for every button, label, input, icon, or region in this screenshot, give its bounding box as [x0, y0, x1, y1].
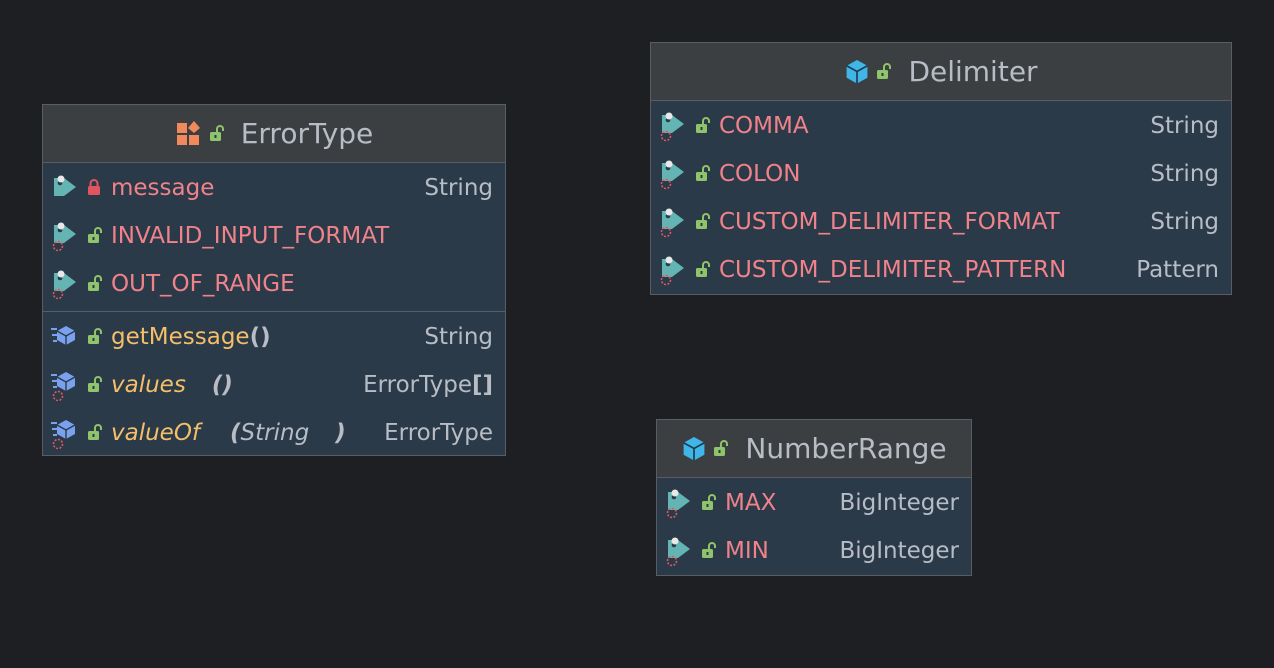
return-type-name: ErrorType: [363, 372, 472, 398]
fields-section: MAX BigInteger MIN BigInteger: [657, 478, 971, 578]
public-lock-icon: [208, 124, 225, 143]
array-brackets: []: [471, 372, 493, 398]
errortype-class-box[interactable]: ErrorType message String INVALID_INPUT_F…: [42, 104, 506, 456]
field-name: COLON: [719, 161, 801, 187]
public-lock-icon: [695, 213, 719, 231]
fields-section: COMMA String COLON String CUSTOM_DELIMIT…: [651, 101, 1231, 297]
private-lock-icon: [87, 179, 111, 197]
method-name: values: [111, 372, 186, 398]
field-type: BigInteger: [839, 490, 959, 516]
public-lock-icon: [87, 328, 111, 346]
field-type: String: [424, 175, 493, 201]
field-name: MIN: [725, 538, 769, 564]
field-type: String: [1150, 209, 1219, 235]
public-lock-icon: [695, 117, 719, 135]
numberrange-header: NumberRange: [657, 420, 971, 478]
field-type: String: [1150, 113, 1219, 139]
field-name: INVALID_INPUT_FORMAT: [111, 223, 390, 249]
field-row[interactable]: CUSTOM_DELIMITER_PATTERN Pattern: [651, 246, 1231, 294]
class-icon: [844, 58, 870, 85]
method-row[interactable]: getMessage () String: [43, 313, 505, 361]
public-lock-icon: [701, 494, 725, 512]
public-lock-icon: [87, 275, 111, 293]
method-return-type: String: [424, 324, 493, 350]
public-lock-icon: [713, 439, 729, 458]
field-row[interactable]: message String: [43, 164, 505, 212]
public-lock-icon: [701, 542, 725, 560]
field-row[interactable]: INVALID_INPUT_FORMAT: [43, 212, 505, 260]
static-field-tag-icon: [659, 110, 695, 142]
public-lock-icon: [87, 424, 111, 442]
static-field-tag-icon: [665, 487, 701, 519]
method-parens: (): [211, 372, 233, 398]
delimiter-header: Delimiter: [651, 43, 1231, 101]
numberrange-class-box[interactable]: NumberRange MAX BigInteger MIN BigIntege…: [656, 419, 972, 576]
class-title: Delimiter: [908, 55, 1038, 88]
method-return-type: ErrorType[]: [363, 372, 493, 398]
field-name: OUT_OF_RANGE: [111, 271, 295, 297]
field-name: CUSTOM_DELIMITER_PATTERN: [719, 257, 1067, 283]
field-tag-icon: [51, 173, 87, 203]
method-row[interactable]: valueOf ( String ) ErrorType: [43, 409, 505, 457]
enum-icon: [175, 120, 203, 148]
static-method-icon: [51, 369, 87, 401]
field-type: BigInteger: [839, 538, 959, 564]
field-row[interactable]: OUT_OF_RANGE: [43, 260, 505, 308]
static-method-icon: [51, 417, 87, 449]
method-parens: (): [249, 324, 271, 350]
param-open-paren: (: [230, 420, 241, 446]
fields-section: message String INVALID_INPUT_FORMAT OUT_…: [43, 163, 505, 311]
static-field-tag-icon: [51, 220, 87, 252]
param-close-paren: ): [335, 420, 346, 446]
field-name: MAX: [725, 490, 777, 516]
public-lock-icon: [695, 165, 719, 183]
method-name: getMessage: [111, 324, 250, 350]
class-title: NumberRange: [745, 432, 947, 465]
static-field-tag-icon: [665, 535, 701, 567]
field-row[interactable]: COMMA String: [651, 102, 1231, 150]
static-field-tag-icon: [659, 206, 695, 238]
methods-section: getMessage () String values () ErrorType…: [43, 311, 505, 460]
field-row[interactable]: COLON String: [651, 150, 1231, 198]
public-lock-icon: [876, 62, 892, 81]
field-name: COMMA: [719, 113, 809, 139]
method-param-type: String: [240, 420, 310, 446]
public-lock-icon: [87, 376, 111, 394]
public-lock-icon: [87, 227, 111, 245]
static-field-tag-icon: [659, 254, 695, 286]
field-name: CUSTOM_DELIMITER_FORMAT: [719, 209, 1060, 235]
method-row[interactable]: values () ErrorType[]: [43, 361, 505, 409]
field-type: String: [1150, 161, 1219, 187]
field-name: message: [111, 175, 215, 201]
method-return-type: ErrorType: [384, 420, 493, 446]
method-name: valueOf: [111, 420, 201, 446]
class-icon: [681, 435, 707, 462]
method-icon: [51, 323, 87, 351]
static-field-tag-icon: [659, 158, 695, 190]
errortype-header: ErrorType: [43, 105, 505, 163]
static-field-tag-icon: [51, 268, 87, 300]
field-row[interactable]: MAX BigInteger: [657, 479, 971, 527]
field-row[interactable]: MIN BigInteger: [657, 527, 971, 575]
field-type: Pattern: [1136, 257, 1219, 283]
field-row[interactable]: CUSTOM_DELIMITER_FORMAT String: [651, 198, 1231, 246]
public-lock-icon: [695, 261, 719, 279]
delimiter-class-box[interactable]: Delimiter COMMA String COLON String CUST…: [650, 42, 1232, 295]
class-title: ErrorType: [240, 117, 374, 150]
